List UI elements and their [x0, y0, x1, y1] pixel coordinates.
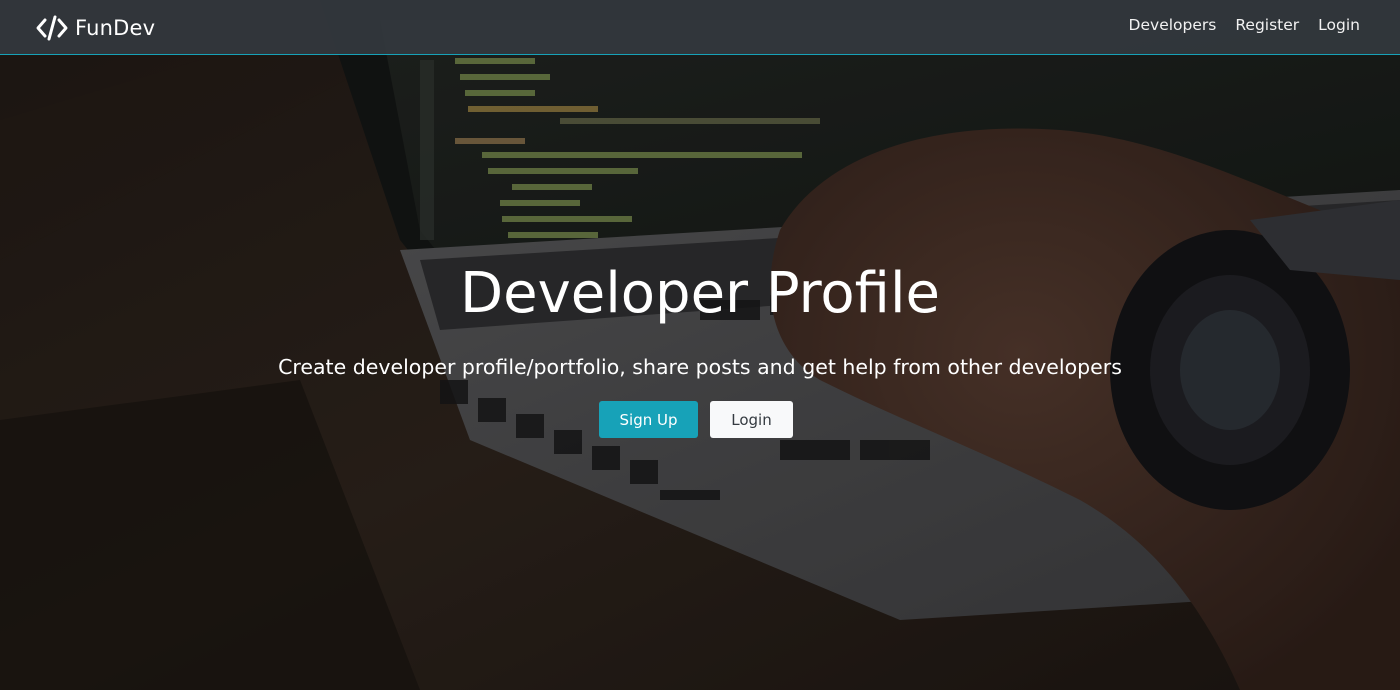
nav-link-developers[interactable]: Developers [1129, 16, 1217, 34]
hero-subtitle: Create developer profile/portfolio, shar… [278, 355, 1122, 379]
nav-link-register[interactable]: Register [1235, 16, 1299, 34]
landing-page: FunDev Developers Register Login Develop… [0, 0, 1400, 690]
signup-button[interactable]: Sign Up [599, 401, 698, 438]
nav-link-login[interactable]: Login [1318, 16, 1360, 34]
navbar: FunDev Developers Register Login [0, 0, 1400, 55]
dark-overlay [0, 0, 1400, 690]
hero-buttons: Sign Up Login [599, 401, 793, 438]
nav-links: Developers Register Login [1129, 16, 1360, 34]
brand-name: FunDev [75, 16, 156, 40]
login-button[interactable]: Login [710, 401, 793, 438]
hero-title: Developer Profile [460, 261, 940, 326]
code-icon [36, 15, 68, 41]
brand-link[interactable]: FunDev [36, 13, 155, 43]
